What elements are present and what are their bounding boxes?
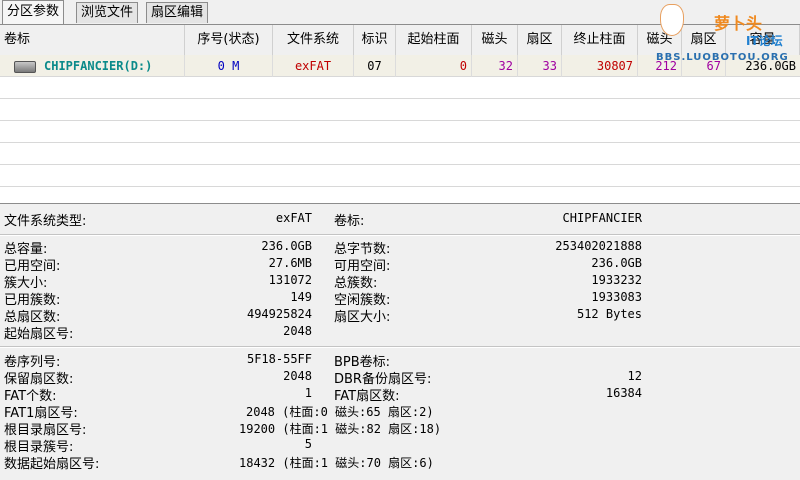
col-index-status[interactable]: 序号(状态) — [185, 25, 273, 55]
start-cylinder: 0 — [396, 55, 472, 77]
stat-value: 512 Bytes — [576, 307, 642, 321]
col-end-cylinder[interactable]: 终止柱面 — [562, 25, 638, 55]
stat-value: 253402021888 — [555, 239, 642, 253]
tab-sector-edit[interactable]: 扇区编辑 — [146, 2, 209, 23]
bpb-value: 12 — [627, 369, 642, 383]
stat-value: 1933083 — [591, 290, 642, 304]
partition-id: 07 — [354, 55, 396, 77]
watermark-url: BBS.LUOBOTOU.ORG — [656, 52, 789, 63]
bpb-value: 2048 — [283, 369, 312, 383]
col-filesystem[interactable]: 文件系统 — [273, 25, 354, 55]
bpb-label: FAT扇区数: — [334, 389, 400, 404]
bpb-value: 1 — [304, 386, 312, 400]
tab-partition-params[interactable]: 分区参数 — [2, 0, 65, 24]
bpb-value: 5 — [304, 437, 312, 451]
divider — [0, 346, 800, 348]
capacity-stats: 总容量: 236.0GB 已用空间: 27.6MB 簇大小: 131072 已用… — [0, 238, 800, 342]
volume-label-value: CHIPFANCIER — [562, 211, 642, 225]
start-head: 32 — [472, 55, 518, 77]
watermark-logo: 萝卜头 IT论坛 BBS.LUOBOTOU.ORG — [654, 4, 794, 70]
stat-value: 1933232 — [591, 273, 642, 287]
bpb-value: 16384 — [605, 386, 642, 400]
col-volume-label[interactable]: 卷标 — [0, 25, 185, 55]
bpb-value: 5F18-55FF — [246, 352, 312, 366]
fs-summary: 文件系统类型: exFAT 卷标: CHIPFANCIER — [0, 208, 800, 232]
radish-mascot-icon — [660, 4, 684, 36]
fs-type-label: 文件系统类型: — [4, 214, 87, 229]
col-head[interactable]: 磁头 — [472, 25, 518, 55]
hard-disk-icon — [14, 61, 36, 73]
fs-type-value: exFAT — [275, 211, 312, 225]
stat-value: 149 — [290, 290, 312, 304]
volume-label-label: 卷标: — [334, 214, 365, 229]
end-cylinder: 30807 — [562, 55, 638, 77]
stat-value: 494925824 — [246, 307, 312, 321]
stat-value: 2048 — [283, 324, 312, 338]
bpb-value: 19200 (柱面:1 磁头:82 扇区:18) — [239, 422, 442, 436]
tab-browse-files[interactable]: 浏览文件 — [76, 2, 139, 23]
table-row-empty — [0, 99, 800, 121]
col-id[interactable]: 标识 — [354, 25, 396, 55]
partition-fs: exFAT — [273, 55, 354, 77]
table-row-empty — [0, 165, 800, 187]
stat-label: 扇区大小: — [334, 310, 391, 325]
bpb-info: 卷序列号: 5F18-55FF 保留扇区数: 2048 FAT个数: 1 FAT… — [0, 351, 800, 475]
stat-value: 236.0GB — [591, 256, 642, 270]
table-row-empty — [0, 77, 800, 99]
bpb-value: 2048 (柱面:0 磁头:65 扇区:2) — [246, 405, 434, 419]
watermark-title: 萝卜头 — [714, 14, 763, 33]
col-start-cylinder[interactable]: 起始柱面 — [396, 25, 472, 55]
watermark-subtitle: IT论坛 — [746, 34, 783, 48]
volume-name: CHIPFANCIER(D:) — [40, 55, 185, 77]
divider — [0, 234, 800, 236]
col-sector[interactable]: 扇区 — [518, 25, 562, 55]
stat-value: 27.6MB — [268, 256, 312, 270]
stat-value: 131072 — [268, 273, 312, 287]
stat-label: 起始扇区号: — [4, 327, 74, 342]
start-sector: 33 — [518, 55, 562, 77]
bpb-value: 18432 (柱面:1 磁头:70 扇区:6) — [239, 456, 434, 470]
bpb-label: 数据起始扇区号: — [4, 457, 100, 472]
partition-index: 0 M — [185, 55, 273, 77]
stat-value: 236.0GB — [261, 239, 312, 253]
table-row-empty — [0, 143, 800, 165]
table-row-empty — [0, 121, 800, 143]
